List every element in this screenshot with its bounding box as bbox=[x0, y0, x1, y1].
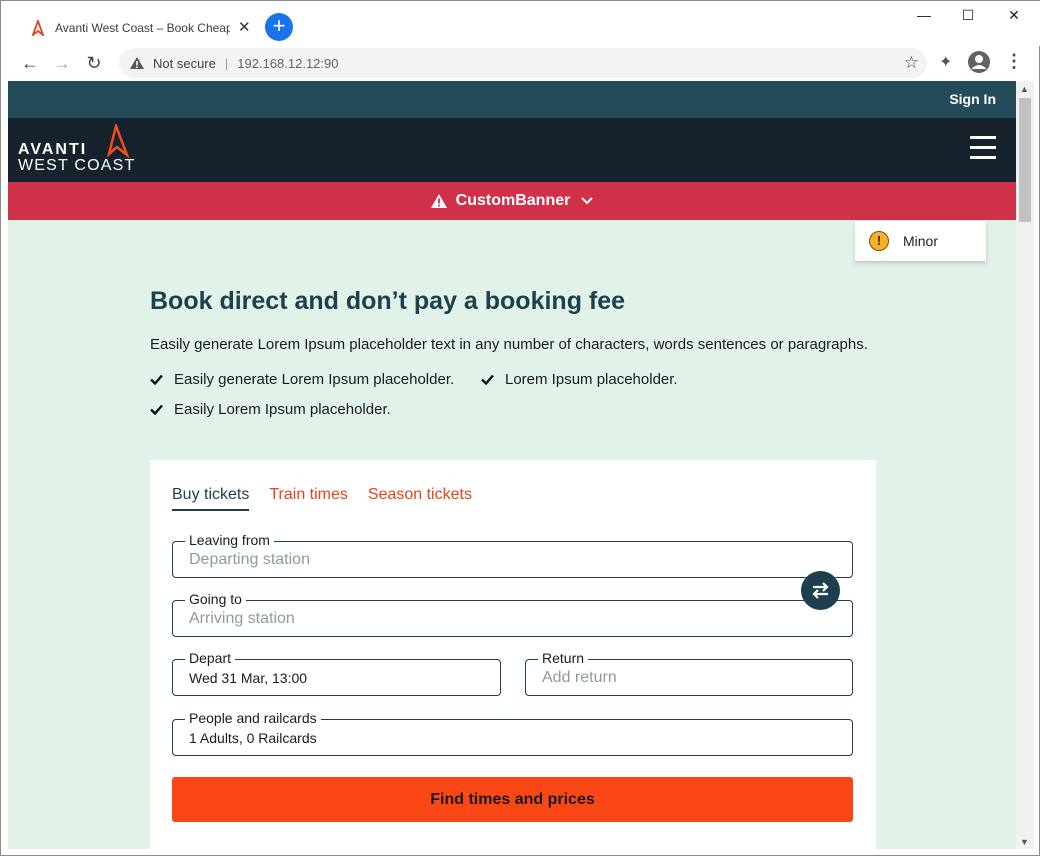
top-utility-bar: Sign In bbox=[8, 81, 1016, 118]
minor-label: Minor bbox=[903, 233, 939, 249]
page-scrollbar[interactable]: ▲ ▼ bbox=[1016, 81, 1034, 849]
booking-widget: Buy tickets Train times Season tickets L… bbox=[150, 460, 876, 849]
browser-window: Avanti West Coast – Book Cheap ✕ + — ☐ ✕… bbox=[0, 0, 1040, 856]
bookmark-star-icon[interactable]: ☆ bbox=[904, 53, 919, 73]
back-arrow-icon[interactable]: ← bbox=[19, 52, 41, 74]
scroll-down-arrow-icon[interactable]: ▼ bbox=[1020, 837, 1029, 847]
tab-title: Avanti West Coast – Book Cheap bbox=[55, 20, 230, 35]
leaving-from-label: Leaving from bbox=[185, 532, 274, 548]
warning-icon bbox=[130, 57, 144, 69]
people-railcards-label: People and railcards bbox=[185, 710, 321, 726]
leaving-from-placeholder: Departing station bbox=[189, 551, 310, 568]
maximize-icon[interactable]: ☐ bbox=[945, 5, 991, 25]
scrollbar-thumb[interactable] bbox=[1019, 98, 1031, 222]
depart-field[interactable]: Depart Wed 31 Mar, 13:00 bbox=[172, 650, 501, 696]
close-window-icon[interactable]: ✕ bbox=[991, 5, 1037, 25]
new-tab-button[interactable]: + bbox=[265, 13, 293, 41]
bullet-text: Easily generate Lorem Ipsum placeholder. bbox=[174, 371, 455, 388]
people-railcards-field[interactable]: People and railcards 1 Adults, 0 Railcar… bbox=[172, 710, 853, 756]
bullet-text: Lorem Ipsum placeholder. bbox=[505, 371, 678, 388]
sign-in-link[interactable]: Sign In bbox=[949, 91, 996, 107]
depart-label: Depart bbox=[185, 650, 236, 666]
page-headline: Book direct and don’t pay a booking fee bbox=[150, 287, 626, 315]
security-label: Not secure bbox=[153, 55, 216, 71]
find-times-button[interactable]: Find times and prices bbox=[172, 777, 853, 822]
browser-toolbar: ← → ↻ Not secure | 192.168.12.12:90 ☆ ✦ … bbox=[5, 46, 1037, 80]
booking-tabs: Buy tickets Train times Season tickets bbox=[172, 486, 492, 511]
checkmark-icon bbox=[150, 374, 163, 385]
checkmark-icon bbox=[481, 374, 494, 385]
logo-text-west-coast: WEST COAST bbox=[18, 157, 136, 174]
forward-arrow-icon[interactable]: → bbox=[51, 52, 73, 74]
minimize-icon[interactable]: — bbox=[901, 5, 947, 25]
avanti-favicon-icon bbox=[31, 19, 45, 36]
tab-strip: Avanti West Coast – Book Cheap ✕ + — ☐ ✕ bbox=[1, 1, 1040, 46]
tab-buy-tickets[interactable]: Buy tickets bbox=[172, 486, 250, 511]
page-viewport: Sign In AVANTI WEST COAST CustomBanner !… bbox=[8, 81, 1016, 849]
return-label: Return bbox=[538, 650, 589, 666]
swap-stations-button[interactable] bbox=[801, 571, 840, 610]
reload-icon[interactable]: ↻ bbox=[83, 52, 105, 74]
going-to-field[interactable]: Going to Arriving station bbox=[172, 591, 853, 637]
banner-text: CustomBanner bbox=[455, 192, 571, 209]
bullet-item: Lorem Ipsum placeholder. bbox=[481, 371, 678, 388]
hamburger-menu-icon[interactable] bbox=[970, 136, 996, 162]
avanti-logo[interactable]: AVANTI WEST COAST bbox=[18, 124, 136, 178]
tab-train-times[interactable]: Train times bbox=[269, 486, 348, 511]
extensions-puzzle-icon[interactable]: ✦ bbox=[939, 52, 952, 72]
return-placeholder: Add return bbox=[542, 669, 617, 686]
profile-avatar-icon[interactable] bbox=[967, 50, 991, 74]
site-header: AVANTI WEST COAST bbox=[8, 118, 1016, 182]
going-to-placeholder: Arriving station bbox=[189, 610, 295, 627]
chevron-down-icon bbox=[581, 197, 594, 205]
going-to-label: Going to bbox=[185, 591, 246, 607]
leaving-from-field[interactable]: Leaving from Departing station bbox=[172, 532, 853, 578]
omnibox-divider: | bbox=[224, 55, 229, 71]
address-bar[interactable]: Not secure | 192.168.12.12:90 ☆ bbox=[119, 48, 927, 78]
browser-tab[interactable]: Avanti West Coast – Book Cheap ✕ bbox=[13, 9, 259, 46]
scroll-up-arrow-icon[interactable]: ▲ bbox=[1020, 84, 1029, 94]
tab-season-tickets[interactable]: Season tickets bbox=[368, 486, 472, 511]
intro-text: Easily generate Lorem Ipsum placeholder … bbox=[150, 336, 868, 353]
minor-alert-badge[interactable]: ! Minor bbox=[855, 221, 986, 261]
avanti-logo-mark-icon bbox=[106, 124, 130, 158]
tab-close-icon[interactable]: ✕ bbox=[238, 20, 251, 35]
bullet-text: Easily Lorem Ipsum placeholder. bbox=[174, 401, 391, 418]
swap-arrows-icon bbox=[812, 582, 829, 599]
return-field[interactable]: Return Add return bbox=[525, 650, 853, 696]
custom-banner[interactable]: CustomBanner bbox=[8, 182, 1016, 220]
bullet-item: Easily Lorem Ipsum placeholder. bbox=[150, 401, 391, 418]
bullet-item: Easily generate Lorem Ipsum placeholder. bbox=[150, 371, 454, 388]
depart-value: Wed 31 Mar, 13:00 bbox=[189, 670, 308, 686]
people-railcards-value: 1 Adults, 0 Railcards bbox=[189, 730, 317, 746]
url-text: 192.168.12.12:90 bbox=[237, 55, 339, 71]
exclamation-icon: ! bbox=[869, 231, 889, 251]
checkmark-icon bbox=[150, 404, 163, 415]
alert-triangle-icon bbox=[430, 194, 447, 208]
browser-menu-icon[interactable]: ⋮ bbox=[1005, 51, 1023, 72]
